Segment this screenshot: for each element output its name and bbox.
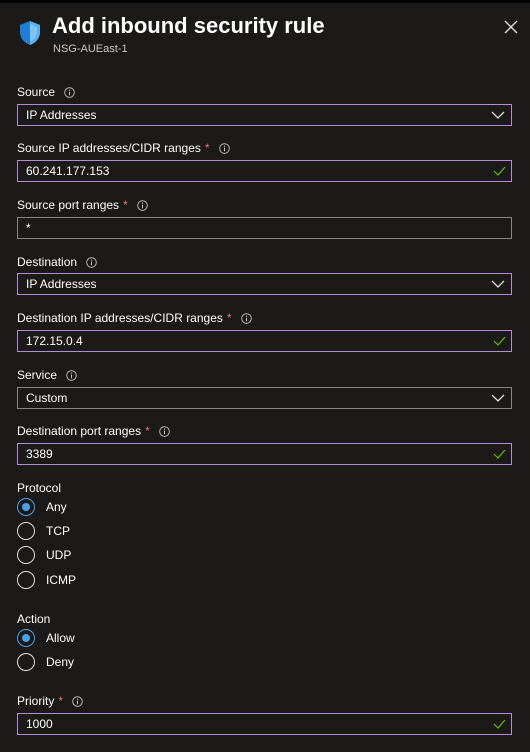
info-icon[interactable] — [66, 369, 77, 381]
protocol-option-any[interactable]: Any — [17, 498, 67, 516]
source-port-label: Source port ranges * — [17, 198, 148, 212]
service-dropdown[interactable]: Custom — [17, 387, 512, 409]
radio-label: UDP — [46, 548, 72, 562]
protocol-option-tcp[interactable]: TCP — [17, 522, 70, 540]
source-label-text: Source — [17, 85, 56, 99]
page-subtitle: NSG-AUEast-1 — [53, 43, 128, 55]
radio-button[interactable] — [17, 522, 35, 540]
radio-button[interactable] — [17, 546, 35, 564]
destination-port-value: 3389 — [26, 447, 53, 461]
protocol-label: Protocol — [17, 481, 62, 495]
source-ip-label: Source IP addresses/CIDR ranges * — [17, 141, 230, 155]
radio-button[interactable] — [17, 629, 35, 647]
info-icon[interactable] — [240, 312, 252, 324]
required-marker: * — [123, 198, 128, 212]
checkmark-icon — [493, 449, 506, 459]
action-option-allow[interactable]: Allow — [17, 629, 75, 647]
destination-ip-label-text: Destination IP addresses/CIDR ranges — [17, 311, 223, 325]
source-ip-input[interactable]: 60.241.177.153 — [17, 160, 512, 182]
destination-label-text: Destination — [17, 255, 78, 269]
source-port-value: * — [26, 221, 31, 235]
chevron-down-icon — [491, 394, 505, 402]
radio-label: TCP — [46, 524, 70, 538]
source-port-label-text: Source port ranges — [17, 198, 120, 212]
required-marker: * — [204, 141, 210, 155]
top-border — [0, 0, 530, 3]
action-label: Action — [17, 612, 51, 626]
chevron-down-icon — [491, 111, 505, 119]
checkmark-icon — [493, 166, 506, 176]
radio-button[interactable] — [17, 571, 35, 589]
security-rule-panel: Add inbound security rule NSG-AUEast-1 S… — [0, 0, 530, 752]
destination-value: IP Addresses — [26, 277, 97, 291]
page-title: Add inbound security rule — [52, 13, 325, 38]
destination-port-label-text: Destination port ranges — [17, 424, 142, 438]
info-icon[interactable] — [72, 695, 83, 707]
info-icon[interactable] — [158, 425, 170, 437]
radio-label: Any — [46, 500, 67, 514]
info-icon[interactable] — [64, 86, 75, 98]
source-dropdown[interactable]: IP Addresses — [17, 104, 512, 126]
protocol-option-udp[interactable]: UDP — [17, 546, 71, 564]
info-icon[interactable] — [136, 199, 148, 211]
radio-label: ICMP — [46, 573, 76, 587]
service-label-text: Service — [17, 368, 58, 382]
close-icon[interactable] — [500, 16, 522, 38]
destination-port-label: Destination port ranges * — [17, 424, 170, 438]
shield-icon — [20, 21, 40, 45]
info-icon[interactable] — [86, 256, 97, 268]
priority-input[interactable]: 1000 — [17, 713, 512, 735]
chevron-down-icon — [491, 280, 505, 288]
service-value: Custom — [26, 391, 68, 405]
destination-ip-value: 172.15.0.4 — [26, 334, 83, 348]
destination-ip-label: Destination IP addresses/CIDR ranges * — [17, 311, 252, 325]
source-value: IP Addresses — [26, 108, 97, 122]
priority-label: Priority * — [17, 694, 83, 708]
radio-label: Allow — [46, 631, 75, 645]
destination-ip-input[interactable]: 172.15.0.4 — [17, 330, 512, 352]
checkmark-icon — [493, 336, 506, 346]
required-marker: * — [145, 424, 150, 438]
priority-value: 1000 — [26, 717, 53, 731]
protocol-option-icmp[interactable]: ICMP — [17, 571, 76, 589]
source-ip-label-text: Source IP addresses/CIDR ranges — [17, 141, 201, 155]
priority-label-text: Priority — [17, 694, 55, 708]
radio-label: Deny — [46, 655, 75, 669]
destination-port-input[interactable]: 3389 — [17, 443, 512, 465]
source-label: Source — [17, 85, 75, 99]
required-marker: * — [58, 694, 64, 708]
checkmark-icon — [493, 719, 506, 729]
required-marker: * — [226, 311, 232, 325]
destination-dropdown[interactable]: IP Addresses — [17, 273, 512, 295]
source-ip-value: 60.241.177.153 — [26, 164, 110, 178]
info-icon[interactable] — [218, 142, 230, 154]
destination-label: Destination — [17, 255, 97, 269]
source-port-input[interactable]: * — [17, 217, 512, 239]
action-option-deny[interactable]: Deny — [17, 653, 74, 671]
service-label: Service — [17, 368, 77, 382]
radio-button[interactable] — [17, 498, 35, 516]
radio-button[interactable] — [17, 653, 35, 671]
